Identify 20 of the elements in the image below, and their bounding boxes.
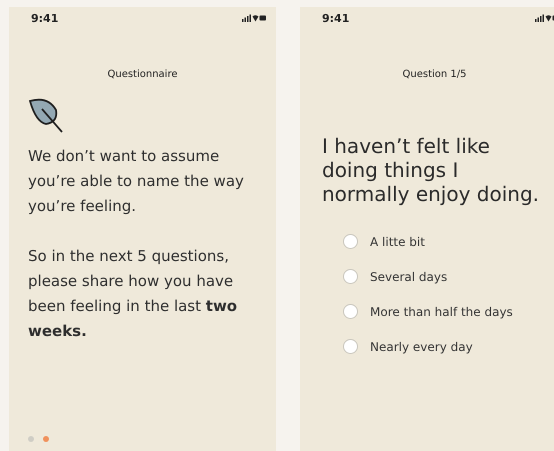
- screen-title: Questionnaire: [106, 69, 178, 80]
- option-label[interactable]: More than half the days: [370, 304, 513, 318]
- option-label[interactable]: A litte bit: [370, 234, 425, 248]
- option-label[interactable]: Several days: [370, 270, 448, 284]
- intro-paragraph: We don’t want to assume you’re able to name the way you’re feeling.: [28, 146, 245, 217]
- question-text: I haven’t felt like doing things I normally enjoy doing.: [321, 134, 540, 206]
- status-icons: [535, 14, 554, 22]
- radio-button[interactable]: [343, 234, 358, 249]
- page-indicator-dot[interactable]: [43, 436, 49, 442]
- page-indicator-dot[interactable]: [28, 436, 34, 442]
- option-label[interactable]: Nearly every day: [370, 340, 473, 354]
- leaf-icon: [28, 98, 64, 134]
- radio-button[interactable]: [343, 339, 358, 354]
- radio-button[interactable]: [343, 269, 358, 284]
- status-icons: [242, 14, 266, 22]
- radio-button[interactable]: [343, 304, 358, 319]
- screen-title: Question 1/5: [402, 69, 468, 80]
- status-time: 9:41: [31, 12, 58, 24]
- status-time: 9:41: [322, 12, 350, 24]
- intro-paragraph: So in the next 5 questions, please share how you have been feeling in the last two weeks.: [28, 246, 238, 342]
